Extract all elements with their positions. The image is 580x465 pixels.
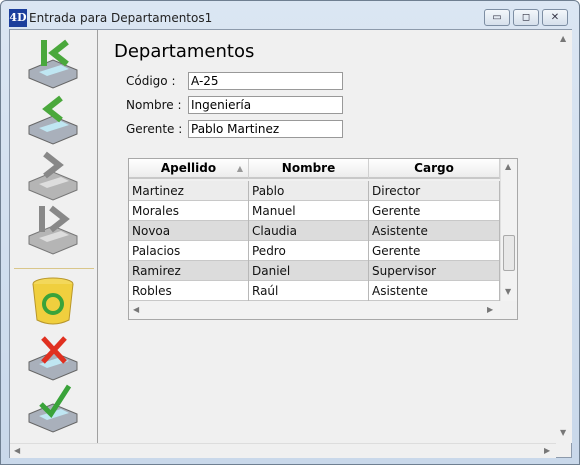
gerente-label: Gerente : [126, 122, 183, 136]
column-header-cargo[interactable]: Cargo [369, 159, 500, 179]
table-cell: Palacios [129, 241, 249, 261]
table-cell: Raúl [249, 281, 369, 301]
toolbar-separator [14, 268, 94, 269]
table-cell: Pablo [249, 181, 369, 201]
scroll-up-icon[interactable]: ▲ [560, 34, 566, 43]
form-heading: Departamentos [114, 41, 255, 62]
maximize-button[interactable]: ◻ [513, 9, 539, 26]
previous-record-icon [28, 95, 78, 145]
table-row[interactable]: Morales Manuel Gerente [129, 201, 500, 221]
last-record-icon [28, 205, 78, 255]
gerente-field[interactable]: Pablo Martinez [188, 120, 343, 138]
table-row[interactable]: Martinez Pablo Director [129, 181, 500, 201]
table-cell: Pedro [249, 241, 369, 261]
next-record-button[interactable] [25, 150, 81, 202]
cancel-icon [28, 336, 78, 381]
table-cell: Asistente [369, 281, 500, 301]
window-title: Entrada para Departamentos1 [29, 11, 213, 25]
scroll-thumb[interactable] [503, 235, 515, 271]
table-cell: Gerente [369, 241, 500, 261]
table-cell: Ramirez [129, 261, 249, 281]
list-vertical-scrollbar[interactable]: ▲ ▼ [500, 159, 517, 301]
table-cell: Robles [129, 281, 249, 301]
table-cell: Daniel [249, 261, 369, 281]
scroll-down-icon[interactable]: ▼ [560, 428, 566, 437]
trash-icon [32, 277, 74, 325]
sort-ascending-icon: ▲ [236, 164, 243, 173]
employees-list: Apellido ▲ Nombre Cargo Martinez Pablo Dire… [128, 158, 518, 320]
table-cell: Martinez [129, 181, 249, 201]
first-record-button[interactable] [25, 38, 81, 90]
form-vertical-scrollbar[interactable]: ▲ ▼ [556, 30, 572, 443]
nombre-label: Nombre : [126, 98, 182, 112]
scroll-right-icon[interactable]: ▶ [487, 305, 493, 314]
table-cell: Novoa [129, 221, 249, 241]
accept-icon [28, 384, 78, 433]
codigo-label: Código : [126, 74, 176, 88]
close-button[interactable]: ✕ [542, 9, 568, 26]
last-record-button[interactable] [25, 204, 81, 256]
list-horizontal-scrollbar[interactable]: ◀ ▶ [129, 301, 500, 319]
nombre-field[interactable]: Ingeniería [188, 96, 343, 114]
previous-record-button[interactable] [25, 94, 81, 146]
table-cell: Claudia [249, 221, 369, 241]
codigo-field[interactable]: A-25 [188, 72, 343, 90]
scroll-left-icon[interactable]: ◀ [133, 305, 139, 314]
window: 4D Entrada para Departamentos1 ▭ ◻ ✕ Dep… [0, 0, 580, 465]
column-header-nombre[interactable]: Nombre [249, 159, 369, 179]
table-cell: Director [369, 181, 500, 201]
first-record-icon [28, 39, 78, 89]
app-logo: 4D [9, 9, 27, 27]
table-row[interactable]: Ramirez Daniel Supervisor [129, 261, 500, 281]
column-header-apellido[interactable]: Apellido ▲ [129, 159, 249, 179]
scroll-down-icon[interactable]: ▼ [505, 287, 511, 296]
delete-record-button[interactable] [25, 276, 81, 328]
column-label: Apellido [160, 161, 217, 175]
scroll-right-icon[interactable]: ▶ [544, 446, 550, 455]
table-cell: Gerente [369, 201, 500, 221]
table-row[interactable]: Novoa Claudia Asistente [129, 221, 500, 241]
next-record-icon [28, 151, 78, 201]
table-row[interactable]: Robles Raúl Asistente [129, 281, 500, 301]
form-area: Departamentos Código : A-25 Nombre : Ing… [9, 29, 572, 458]
table-row[interactable]: Palacios Pedro Gerente [129, 241, 500, 261]
scroll-up-icon[interactable]: ▲ [505, 162, 511, 171]
cancel-button[interactable] [25, 332, 81, 384]
record-toolbar [10, 30, 98, 443]
table-cell: Asistente [369, 221, 500, 241]
table-cell: Supervisor [369, 261, 500, 281]
minimize-button[interactable]: ▭ [484, 9, 510, 26]
form-horizontal-scrollbar[interactable]: ◀ ▶ [10, 443, 556, 458]
table-cell: Morales [129, 201, 249, 221]
scroll-left-icon[interactable]: ◀ [14, 446, 20, 455]
accept-button[interactable] [25, 384, 81, 436]
table-cell: Manuel [249, 201, 369, 221]
